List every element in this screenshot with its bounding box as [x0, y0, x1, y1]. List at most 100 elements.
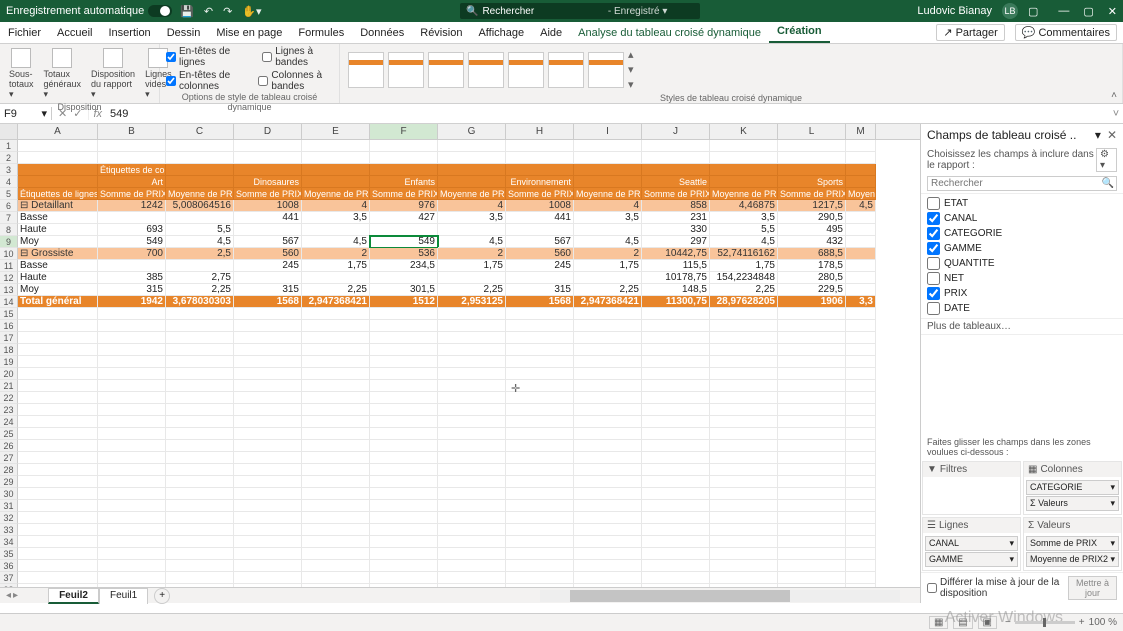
tab-mise en page[interactable]: Mise en page: [208, 23, 290, 43]
cell[interactable]: [642, 452, 710, 464]
cell[interactable]: [166, 488, 234, 500]
cell[interactable]: [98, 380, 166, 392]
cell[interactable]: [574, 176, 642, 188]
cell[interactable]: [846, 440, 876, 452]
cell[interactable]: [98, 332, 166, 344]
cell[interactable]: 245: [506, 260, 574, 272]
cell[interactable]: [778, 308, 846, 320]
cell[interactable]: [302, 392, 370, 404]
zoom-in-icon[interactable]: +: [1079, 617, 1085, 628]
cell[interactable]: [166, 356, 234, 368]
cell[interactable]: [846, 212, 876, 224]
cell[interactable]: [370, 224, 438, 236]
cell[interactable]: [710, 320, 778, 332]
field-quantite[interactable]: QUANTITE: [927, 256, 1117, 271]
cell[interactable]: [234, 416, 302, 428]
cell[interactable]: [574, 140, 642, 152]
cell[interactable]: [438, 344, 506, 356]
toggle-switch[interactable]: [148, 5, 172, 17]
row-header[interactable]: 11: [0, 260, 18, 272]
cell[interactable]: [846, 164, 876, 176]
more-tables-link[interactable]: Plus de tableaux…: [921, 319, 1123, 335]
cell[interactable]: [642, 428, 710, 440]
tab-analyse[interactable]: Analyse du tableau croisé dynamique: [570, 23, 769, 43]
zone-chip[interactable]: Somme de PRIX▾: [1026, 536, 1119, 551]
cell[interactable]: [438, 392, 506, 404]
cell[interactable]: [302, 164, 370, 176]
cell[interactable]: [778, 416, 846, 428]
cell[interactable]: [710, 164, 778, 176]
gear-icon[interactable]: ⚙ ▾: [1096, 148, 1117, 172]
cell[interactable]: 432: [778, 236, 846, 248]
row-header[interactable]: 21: [0, 380, 18, 392]
cell[interactable]: 1008: [506, 200, 574, 212]
row-header[interactable]: 25: [0, 428, 18, 440]
row-header[interactable]: 32: [0, 512, 18, 524]
cell[interactable]: [574, 224, 642, 236]
cell[interactable]: [370, 272, 438, 284]
cell[interactable]: [506, 404, 574, 416]
cell[interactable]: Haute: [18, 272, 98, 284]
cell[interactable]: [846, 524, 876, 536]
cell[interactable]: 3,5: [710, 212, 778, 224]
cell[interactable]: [506, 440, 574, 452]
cell[interactable]: [234, 404, 302, 416]
cell[interactable]: 280,5: [778, 272, 846, 284]
cell[interactable]: [234, 380, 302, 392]
cell[interactable]: 560: [234, 248, 302, 260]
cell[interactable]: [98, 356, 166, 368]
cell[interactable]: [234, 440, 302, 452]
cell[interactable]: [710, 560, 778, 572]
cell[interactable]: [18, 428, 98, 440]
cell[interactable]: [778, 152, 846, 164]
cell[interactable]: [302, 488, 370, 500]
cell[interactable]: [166, 476, 234, 488]
tab-fichier[interactable]: Fichier: [0, 23, 49, 43]
cell[interactable]: [302, 176, 370, 188]
cell[interactable]: 495: [778, 224, 846, 236]
cell[interactable]: [642, 332, 710, 344]
cell[interactable]: [18, 392, 98, 404]
column-header-E[interactable]: E: [302, 124, 370, 139]
cell[interactable]: [98, 152, 166, 164]
defer-layout-checkbox[interactable]: Différer la mise à jour de la dispositio…: [927, 577, 1068, 599]
cell[interactable]: [18, 488, 98, 500]
cell[interactable]: 28,97628205: [710, 296, 778, 308]
cell[interactable]: [710, 140, 778, 152]
cell[interactable]: Art: [98, 176, 166, 188]
cell[interactable]: [642, 500, 710, 512]
cell[interactable]: 2,5: [166, 248, 234, 260]
cell[interactable]: [234, 512, 302, 524]
cell[interactable]: [846, 248, 876, 260]
cell[interactable]: 1242: [98, 200, 166, 212]
report-layout-button[interactable]: Disposition du rapport ▾: [88, 46, 138, 102]
cell[interactable]: 3,3: [846, 296, 876, 308]
row-header[interactable]: 37: [0, 572, 18, 584]
field-search[interactable]: 🔍: [927, 176, 1117, 191]
cell[interactable]: [710, 368, 778, 380]
cell[interactable]: 52,74116162: [710, 248, 778, 260]
cell[interactable]: [778, 392, 846, 404]
cell[interactable]: [98, 500, 166, 512]
comments-button[interactable]: 💬 Commentaires: [1015, 24, 1117, 41]
cell[interactable]: [778, 572, 846, 584]
cell[interactable]: [574, 416, 642, 428]
cell[interactable]: [234, 488, 302, 500]
col-headers-checkbox[interactable]: En-têtes de colonnes: [166, 70, 246, 92]
cell[interactable]: [574, 512, 642, 524]
touch-mode-icon[interactable]: ✋▾: [242, 5, 261, 18]
column-header-H[interactable]: H: [506, 124, 574, 139]
cell[interactable]: 178,5: [778, 260, 846, 272]
cell[interactable]: [846, 176, 876, 188]
row-header[interactable]: 29: [0, 476, 18, 488]
cell[interactable]: [370, 152, 438, 164]
cell[interactable]: [778, 500, 846, 512]
cell[interactable]: [778, 512, 846, 524]
cell[interactable]: [846, 284, 876, 296]
cell[interactable]: [166, 536, 234, 548]
cell[interactable]: [438, 512, 506, 524]
cell[interactable]: 330: [642, 224, 710, 236]
cell[interactable]: [234, 572, 302, 584]
cell[interactable]: [506, 428, 574, 440]
cell[interactable]: 1942: [98, 296, 166, 308]
